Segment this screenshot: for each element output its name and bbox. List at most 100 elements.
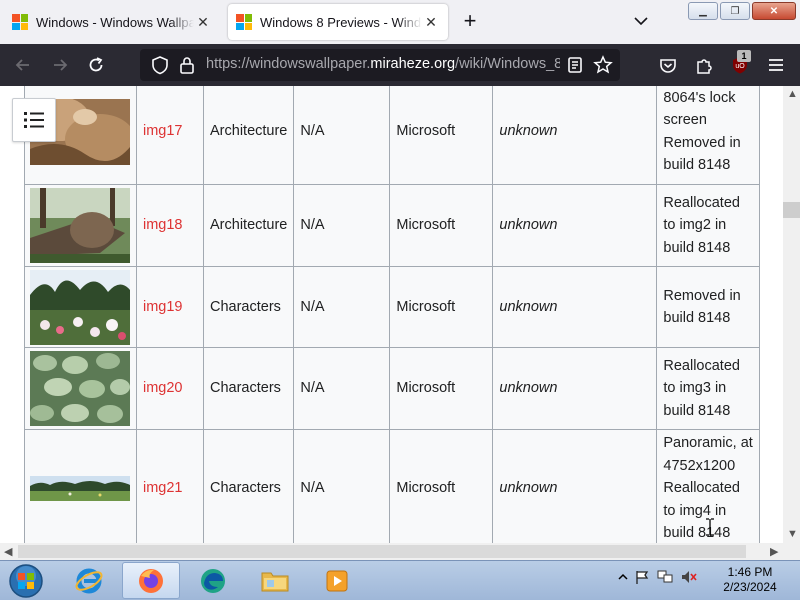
svg-text:uO: uO [735, 63, 745, 70]
scroll-down-arrow-icon[interactable]: ▼ [787, 528, 798, 540]
reload-icon[interactable] [85, 54, 107, 76]
category-cell: Characters [202, 266, 295, 348]
vertical-scrollbar[interactable] [783, 86, 800, 543]
vertical-scroll-thumb[interactable] [783, 202, 800, 218]
start-button[interactable] [6, 563, 46, 599]
menu-hamburger-icon[interactable] [765, 54, 787, 76]
url-prefix: https://windowswallpaper. [206, 56, 371, 72]
reader-view-icon[interactable] [564, 54, 586, 76]
image-cell [24, 184, 137, 267]
license-cell: unknown [492, 184, 658, 267]
taskbar-file-explorer[interactable] [246, 562, 304, 599]
windows-taskbar: 1:46 PM 2/23/2024 [0, 560, 800, 600]
image-name-link[interactable]: img19 [136, 266, 204, 348]
wallpaper-table: img17 Architecture N/A Microsoft unknown… [24, 86, 761, 543]
volume-muted-icon[interactable] [680, 569, 698, 585]
windows-start-orb-icon [9, 564, 43, 598]
resolution-cell: N/A [293, 347, 391, 430]
tab-windows-8-previews[interactable]: Windows 8 Previews - Windows Wallpaper ✕ [228, 4, 448, 40]
license-cell: unknown [492, 429, 658, 543]
table-row: img20 Characters N/A Microsoft unknown R… [24, 347, 761, 430]
notes-line: Removed in [663, 287, 741, 304]
extension-badge-count: 1 [737, 50, 751, 62]
folder-icon [261, 572, 289, 591]
rose-garden-thumbnail[interactable] [30, 269, 130, 345]
padlock-icon[interactable] [176, 54, 198, 76]
back-arrow-icon[interactable] [12, 54, 34, 76]
author-cell: Microsoft [389, 86, 494, 185]
author-cell: Microsoft [389, 184, 494, 267]
author-cell: Microsoft [389, 266, 494, 348]
taskbar-firefox[interactable] [122, 562, 180, 599]
action-center-flag-icon[interactable] [634, 569, 650, 585]
taskbar-clock[interactable]: 1:46 PM 2/23/2024 [700, 565, 800, 595]
taskbar-edge[interactable] [184, 562, 242, 599]
notes-line: screen [663, 112, 707, 128]
tab-title: Windows - Windows Wallpaper [36, 14, 194, 30]
notes-line: Removed in [663, 134, 741, 151]
forward-arrow-icon[interactable] [49, 54, 71, 76]
taskbar-internet-explorer[interactable] [60, 562, 118, 599]
notes-line: build 8148 [663, 310, 731, 326]
notes-line: Reallocated [663, 480, 740, 497]
table-of-contents-button[interactable] [12, 98, 56, 142]
license-cell: unknown [492, 86, 658, 185]
extensions-puzzle-icon[interactable] [693, 54, 715, 76]
notes-cell: Reallocated to img3 in build 8148 [656, 347, 761, 430]
green-leaves-thumbnail[interactable] [30, 351, 130, 426]
image-cell [24, 429, 137, 543]
notes-cell: Reallocated to img2 in build 8148 [656, 184, 761, 267]
internet-explorer-icon [75, 568, 103, 593]
fallen-tree-thumbnail[interactable] [30, 188, 130, 263]
scroll-up-arrow-icon[interactable]: ▲ [787, 88, 798, 100]
image-name-link[interactable]: img20 [136, 347, 204, 430]
taskbar-media-player[interactable] [308, 562, 366, 599]
image-name-link[interactable]: img17 [136, 86, 204, 185]
tab-close-icon[interactable]: ✕ [422, 13, 440, 31]
media-player-icon [326, 570, 348, 591]
list-icon [24, 112, 44, 128]
notes-line: build 8148 [663, 239, 731, 256]
table-row: img19 Characters N/A Microsoft unknown R… [24, 266, 761, 348]
show-hidden-icons-arrow-icon[interactable] [618, 569, 628, 585]
clock-time: 1:46 PM [727, 565, 773, 579]
network-icon[interactable] [656, 569, 674, 585]
clock-date: 2/23/2024 [723, 580, 777, 594]
bookmark-star-icon[interactable] [592, 54, 614, 76]
image-name-link[interactable]: img21 [136, 429, 204, 543]
tab-windows-wallpaper[interactable]: Windows - Windows Wallpaper ✕ [4, 4, 220, 40]
image-cell [24, 347, 137, 430]
minimize-button[interactable]: ▁ [688, 2, 718, 20]
pocket-icon[interactable] [657, 54, 679, 76]
edge-icon [201, 568, 225, 593]
author-cell: Microsoft [389, 347, 494, 430]
panorama-thumbnail[interactable] [30, 476, 130, 501]
url-domain: miraheze.org [370, 56, 456, 72]
scroll-right-arrow-icon[interactable]: ▶ [770, 545, 778, 558]
notes-line: Reallocated [663, 357, 740, 374]
notes-cell: 8064's lock screen Removed in build 8148 [656, 86, 761, 185]
notes-line: to img2 in [663, 217, 727, 234]
window-controls: ▁ ❐ ✕ [688, 2, 796, 20]
windows-logo-icon [12, 14, 28, 30]
notes-line: build 8148 [663, 402, 731, 419]
scroll-left-arrow-icon[interactable]: ◀ [4, 545, 12, 558]
license-cell: unknown [492, 347, 658, 430]
table-row: img17 Architecture N/A Microsoft unknown… [24, 86, 761, 185]
new-tab-plus-icon[interactable]: + [456, 8, 484, 36]
tab-close-icon[interactable]: ✕ [194, 13, 212, 31]
tracking-protection-shield-icon[interactable] [149, 54, 171, 76]
tab-title: Windows 8 Previews - Windows Wallpaper [260, 14, 422, 30]
url-text[interactable]: https://windowswallpaper.miraheze.org/wi… [206, 56, 560, 72]
maximize-button[interactable]: ❐ [720, 2, 750, 20]
list-all-tabs-chevron-icon[interactable] [630, 10, 652, 32]
close-window-button[interactable]: ✕ [752, 2, 796, 20]
notes-line: build 8148 [663, 157, 731, 173]
system-tray [618, 569, 698, 585]
tab-bar: Windows - Windows Wallpaper ✕ Windows 8 … [0, 0, 800, 44]
horizontal-scroll-thumb[interactable] [18, 545, 746, 558]
notes-cell: Removed in build 8148 [656, 266, 761, 348]
address-bar[interactable]: https://windowswallpaper.miraheze.org/wi… [140, 49, 620, 81]
resolution-cell: N/A [293, 266, 391, 348]
image-name-link[interactable]: img18 [136, 184, 204, 267]
